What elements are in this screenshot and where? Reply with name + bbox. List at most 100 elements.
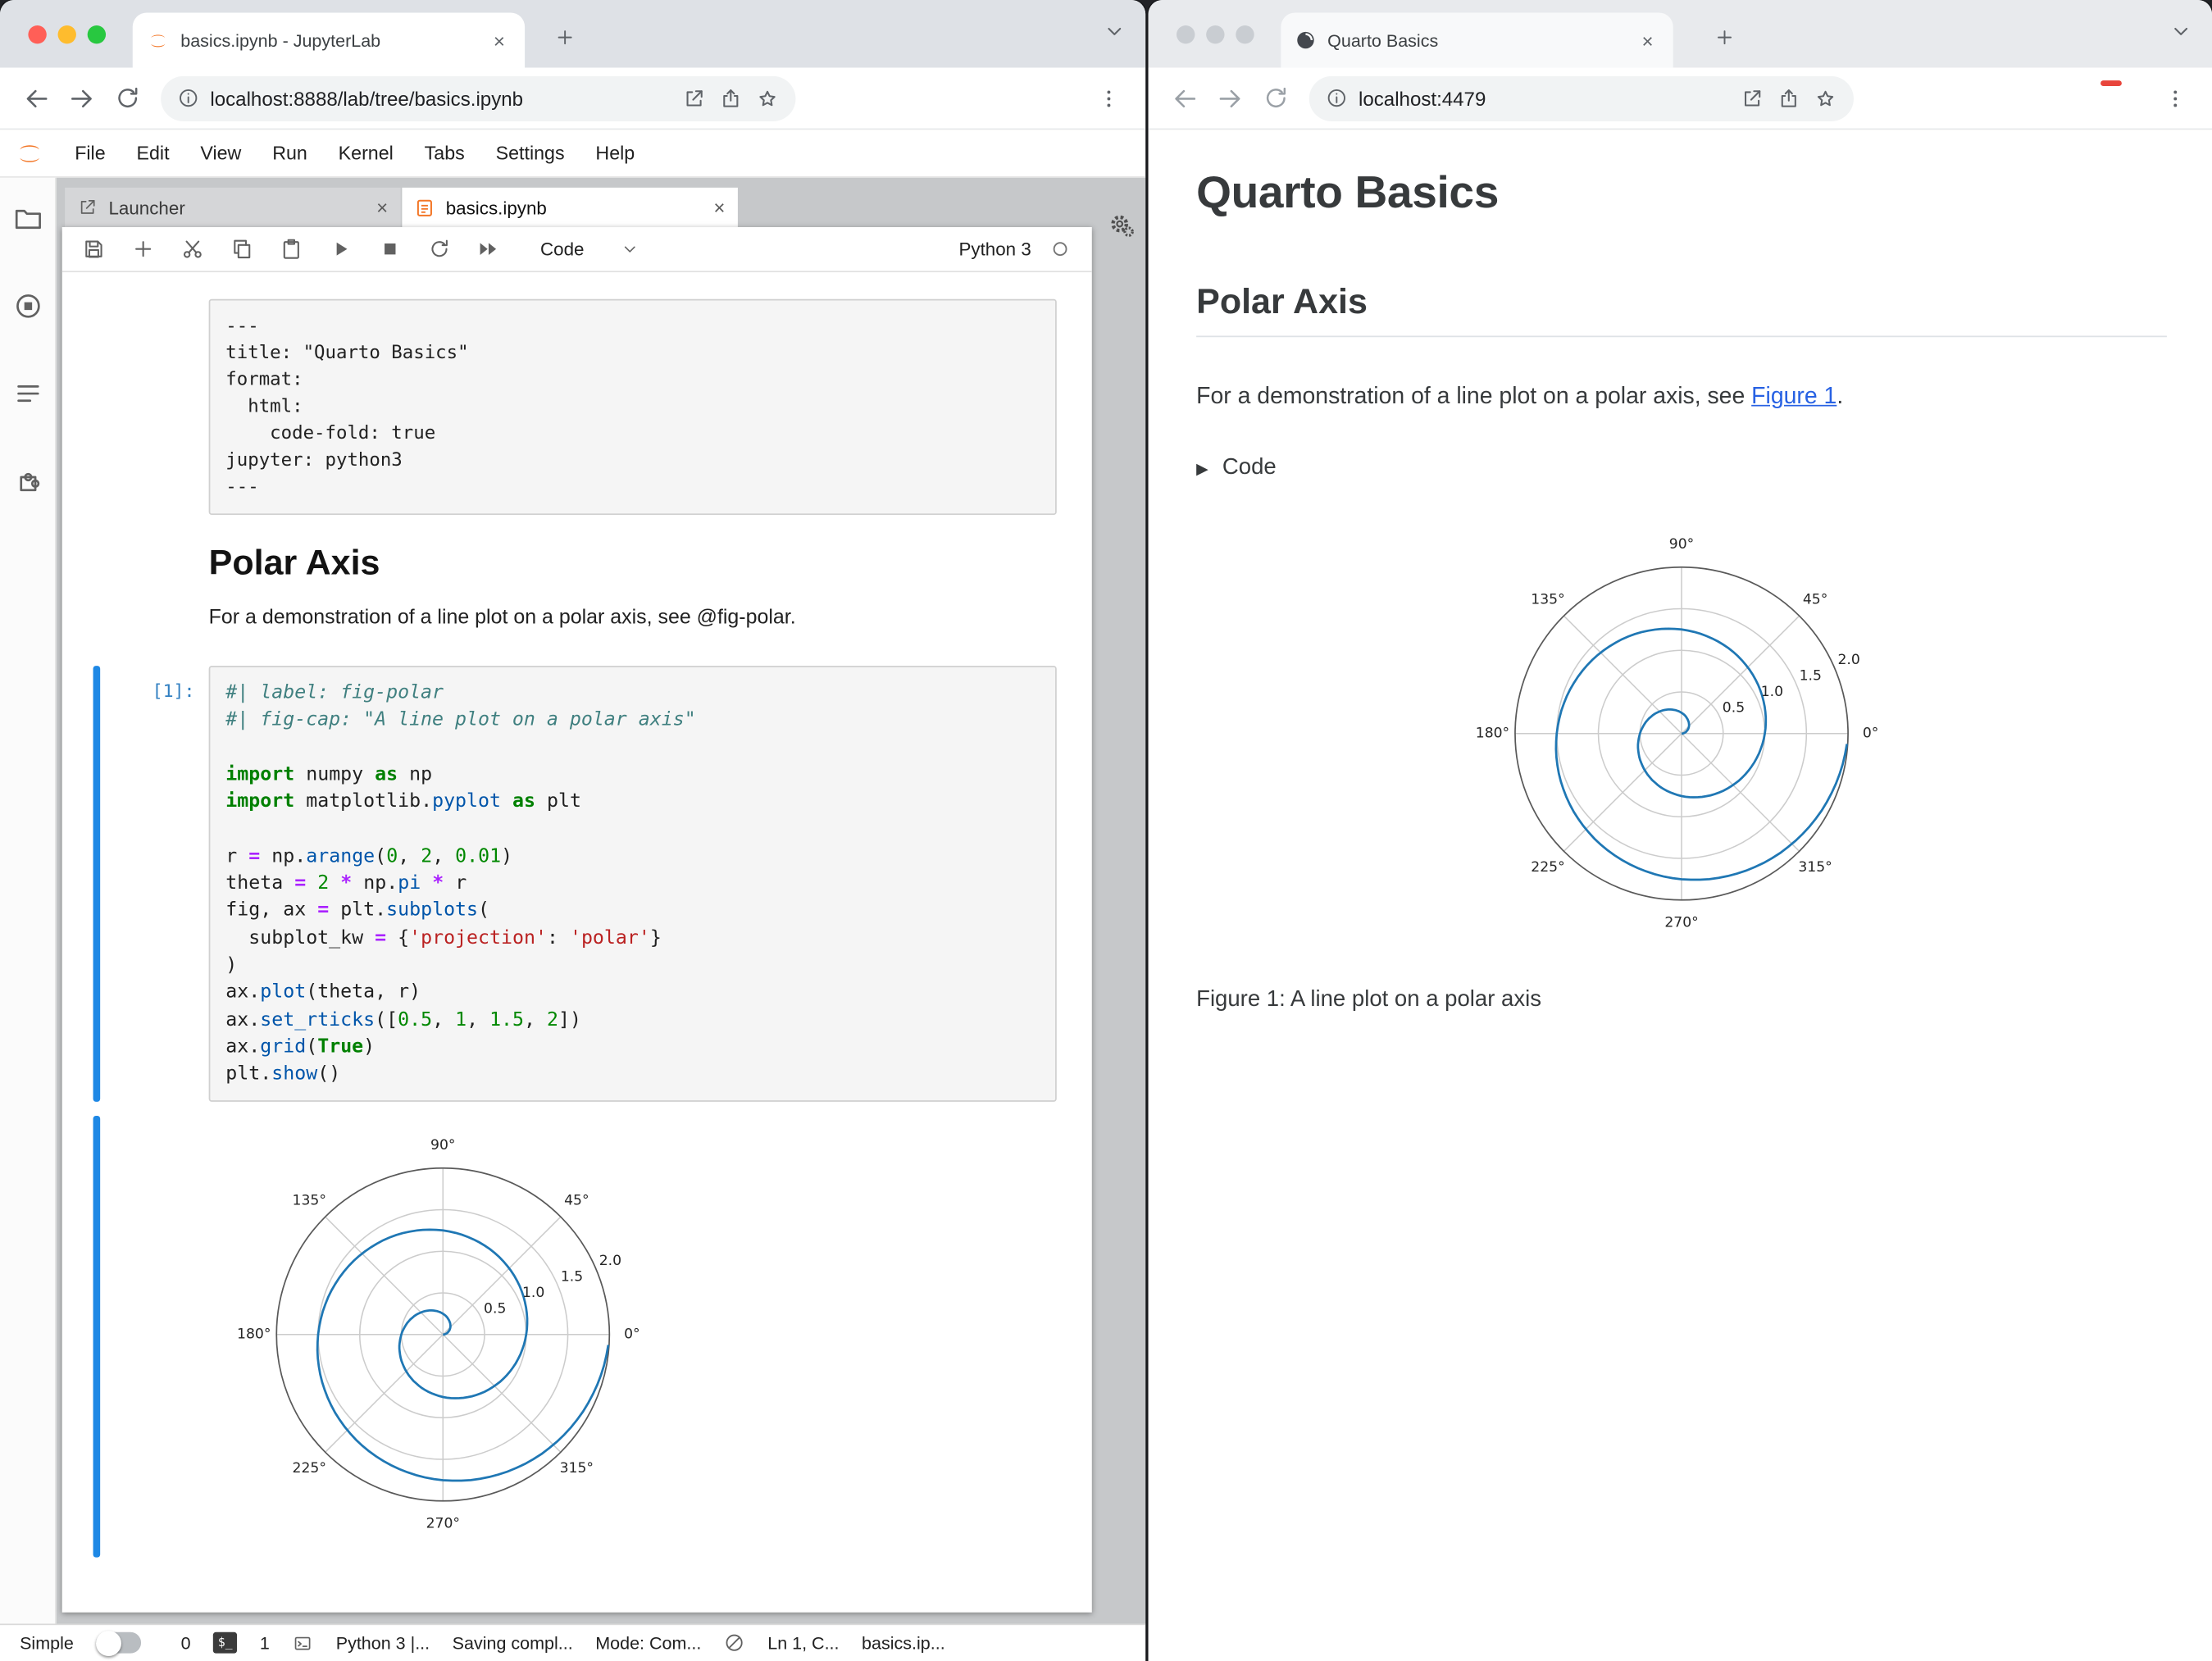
close-tab-icon[interactable]: × [488, 28, 511, 53]
raw-cell[interactable]: --- title: "Quarto Basics" format: html: c… [62, 298, 1092, 516]
notebook-content[interactable]: --- title: "Quarto Basics" format: html: c… [62, 272, 1092, 1612]
minimize-window-button[interactable] [57, 25, 76, 44]
menu-file[interactable]: File [59, 129, 121, 177]
property-inspector-gear-icon[interactable] [1108, 212, 1135, 245]
share-icon[interactable] [720, 87, 743, 110]
share-icon[interactable] [1777, 87, 1800, 110]
cell-type-dropdown[interactable]: Code [540, 239, 639, 260]
figure-link[interactable]: Figure 1 [1751, 384, 1837, 409]
run-cell-icon[interactable] [323, 232, 357, 266]
raw-cell-editor[interactable]: --- title: "Quarto Basics" format: html: c… [208, 298, 1057, 516]
close-notebook-tab-icon[interactable]: × [713, 198, 725, 217]
notification-bell-off-icon[interactable] [724, 1632, 745, 1654]
kernel-count[interactable]: 0 [181, 1633, 191, 1653]
code-cell[interactable]: [1]: #| label: fig-polar #| fig-cap: "A l… [62, 666, 1092, 1103]
file-browser-icon[interactable] [12, 203, 43, 234]
terminal-count[interactable]: 1 [260, 1633, 270, 1653]
menu-edit[interactable]: Edit [121, 129, 185, 177]
notebook-file-icon [416, 198, 432, 216]
svg-text:225°: 225° [1531, 859, 1564, 876]
browser-menu-icon[interactable] [1089, 78, 1128, 117]
table-of-contents-icon[interactable] [12, 378, 43, 409]
browser-toolbar: localhost:8888/lab/tree/basics.ipynb [0, 67, 1146, 130]
dock-panel: Launcher × basics.ipynb × Code Python 3 … [56, 177, 1146, 1623]
address-bar[interactable]: localhost:4479 [1309, 75, 1854, 121]
active-cell-collapser[interactable] [93, 666, 101, 1103]
browser-menu-icon[interactable] [2155, 78, 2195, 117]
tab-launcher[interactable]: Launcher × [65, 187, 401, 228]
restart-run-all-icon[interactable] [471, 232, 505, 266]
cell-collapser[interactable] [93, 543, 101, 629]
back-icon[interactable] [1165, 78, 1204, 117]
insert-cell-icon[interactable] [125, 232, 159, 266]
rendered-paragraph: For a demonstration of a line plot on a … [208, 606, 796, 630]
cell-collapser[interactable] [93, 299, 101, 515]
code-fold-summary[interactable]: ▶ Code [1196, 456, 2167, 481]
kernel-status-text[interactable]: Python 3 |... [336, 1633, 430, 1653]
forward-icon[interactable] [62, 78, 102, 117]
console-icon[interactable] [292, 1633, 313, 1653]
markdown-cell[interactable]: Polar Axis For a demonstration of a line… [62, 543, 1092, 629]
close-window-button[interactable] [28, 25, 47, 44]
copy-cells-icon[interactable] [225, 232, 258, 266]
statusbar-filename[interactable]: basics.ip... [862, 1633, 945, 1653]
jupyterlab-statusbar: Simple 0 $_ 1 Python 3 |... Saving compl… [0, 1622, 1146, 1661]
save-icon[interactable] [76, 232, 110, 266]
site-info-icon[interactable] [1326, 88, 1347, 109]
menu-run[interactable]: Run [257, 129, 322, 177]
extensions-puzzle-icon[interactable] [12, 466, 43, 497]
menu-help[interactable]: Help [580, 129, 650, 177]
site-info-icon[interactable] [178, 88, 199, 109]
minimize-window-button[interactable] [1206, 25, 1225, 44]
interrupt-kernel-icon[interactable] [372, 232, 406, 266]
tab-search-chevron-icon[interactable] [2169, 20, 2192, 49]
reload-icon[interactable] [1255, 78, 1295, 117]
menu-kernel[interactable]: Kernel [323, 129, 409, 177]
kernel-name[interactable]: Python 3 [958, 239, 1031, 260]
active-output-collapser[interactable] [93, 1116, 101, 1559]
bookmark-star-icon[interactable] [756, 87, 779, 110]
code-editor[interactable]: #| label: fig-polar #| fig-cap: "A line p… [208, 666, 1057, 1103]
browser-tab[interactable]: Quarto Basics × [1281, 12, 1673, 68]
address-bar[interactable]: localhost:8888/lab/tree/basics.ipynb [161, 75, 796, 121]
tab-notebook[interactable]: basics.ipynb × [402, 187, 738, 228]
close-window-button[interactable] [1177, 25, 1195, 44]
svg-text:2.0: 2.0 [599, 1254, 621, 1270]
paste-cells-icon[interactable] [274, 232, 307, 266]
zoom-window-button[interactable] [1236, 25, 1254, 44]
cut-cells-icon[interactable] [175, 232, 208, 266]
new-tab-button[interactable] [548, 20, 581, 53]
running-sessions-icon[interactable] [12, 290, 43, 321]
svg-text:180°: 180° [1476, 726, 1509, 742]
polar-plot-figure: 0° 45° 90° 135° 180° 225° 270° 315° 0.5 1.0 1.5 2.0 [1476, 536, 1879, 931]
restart-kernel-icon[interactable] [421, 232, 455, 266]
back-icon[interactable] [17, 78, 57, 117]
cursor-position[interactable]: Ln 1, C... [767, 1633, 839, 1653]
svg-text:270°: 270° [1664, 914, 1698, 931]
traffic-lights[interactable] [1177, 25, 1254, 44]
menu-settings[interactable]: Settings [480, 129, 580, 177]
close-tab-icon[interactable]: × [1636, 28, 1659, 53]
menu-tabs[interactable]: Tabs [409, 129, 480, 177]
url-text: localhost:4479 [1358, 86, 1486, 110]
bookmark-star-icon[interactable] [1814, 87, 1837, 110]
terminal-icon[interactable]: $_ [213, 1631, 238, 1654]
svg-text:0°: 0° [624, 1327, 640, 1344]
close-launcher-tab-icon[interactable]: × [376, 198, 388, 217]
jupyterlab-main: Launcher × basics.ipynb × Code Python 3 … [0, 177, 1146, 1623]
output-cell[interactable]: 0° 45° 90° 135° 180° 225° 270° 315° 0.5 1.0 1.5 2.0 [62, 1116, 1092, 1559]
tab-search-chevron-icon[interactable] [1104, 20, 1126, 49]
forward-icon[interactable] [1210, 78, 1249, 117]
quarto-browser-window: Quarto Basics × localhost:4479 Quarto Ba… [1148, 0, 2212, 1661]
kernel-status-icon[interactable] [1051, 240, 1069, 258]
reload-icon[interactable] [107, 78, 147, 117]
saving-status: Saving compl... [452, 1632, 573, 1653]
zoom-window-button[interactable] [87, 25, 107, 44]
new-tab-button[interactable] [1707, 20, 1741, 53]
traffic-lights[interactable] [28, 25, 107, 44]
browser-tab[interactable]: basics.ipynb - JupyterLab × [132, 12, 526, 68]
simple-mode-toggle[interactable] [96, 1630, 142, 1656]
open-in-new-icon[interactable] [683, 87, 706, 110]
menu-view[interactable]: View [184, 129, 257, 177]
open-in-new-icon[interactable] [1741, 87, 1764, 110]
